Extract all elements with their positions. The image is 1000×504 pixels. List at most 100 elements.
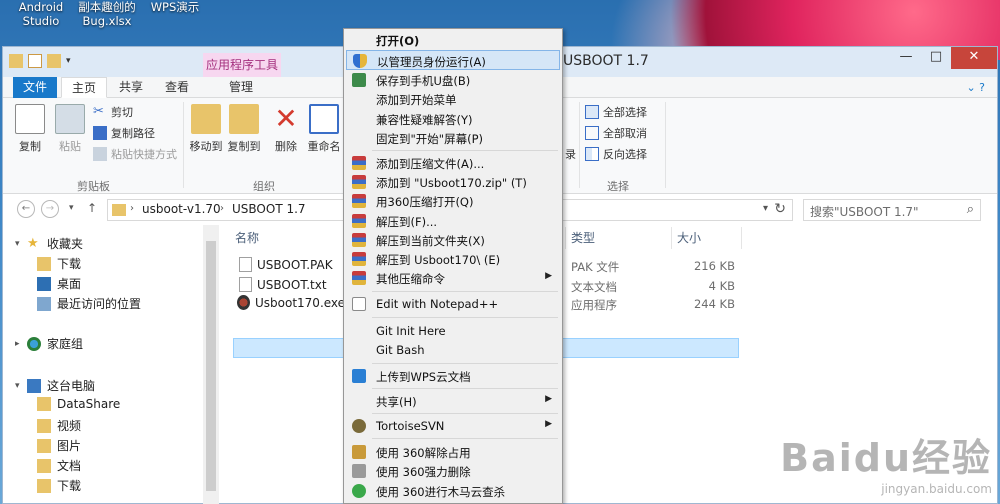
- archive-icon: [352, 271, 366, 285]
- move-to-button[interactable]: 移动到: [187, 104, 225, 154]
- nav-downloads-pc[interactable]: 下载: [37, 477, 81, 494]
- nav-downloads[interactable]: 下载: [37, 255, 81, 272]
- submenu-arrow-icon: ▶: [545, 419, 552, 429]
- delete-button[interactable]: ✕ 删除: [267, 104, 305, 154]
- menu-item-extract-here[interactable]: 解压到当前文件夹(X): [346, 230, 560, 250]
- menu-item-edit-with-notepadpp[interactable]: Edit with Notepad++: [346, 294, 560, 314]
- column-divider[interactable]: [565, 227, 566, 249]
- select-none-button[interactable]: 全部取消: [585, 125, 647, 141]
- column-header-type[interactable]: 类型: [571, 229, 595, 246]
- chevron-down-icon[interactable]: ▾: [15, 381, 20, 391]
- menu-item-troubleshoot[interactable]: 兼容性疑难解答(Y): [346, 109, 560, 129]
- nav-scrollbar[interactable]: [203, 225, 219, 504]
- menu-item-360-trojan-scan[interactable]: 使用 360进行木马云查杀: [346, 481, 560, 501]
- winrar-icon: [352, 156, 366, 170]
- nav-favorites[interactable]: ★ 收藏夹: [27, 235, 83, 252]
- paste-shortcut-icon: [93, 147, 107, 161]
- file-row-usboot-txt[interactable]: USBOOT.txt: [239, 277, 327, 292]
- menu-item-open[interactable]: 打开(O): [346, 30, 560, 50]
- breadcrumb-separator-icon[interactable]: ›: [130, 203, 134, 214]
- help-chevron-icon[interactable]: ⌄ ?: [966, 81, 985, 94]
- nav-documents[interactable]: 文档: [37, 457, 81, 474]
- menu-item-open-with-360zip[interactable]: 用360压缩打开(Q): [346, 191, 560, 211]
- menu-item-360-force-delete[interactable]: 使用 360强力删除: [346, 461, 560, 481]
- breadcrumb-item[interactable]: usboot-v1.70: [142, 202, 221, 216]
- menu-item-add-to-start-menu[interactable]: 添加到开始菜单: [346, 89, 560, 109]
- menu-item-share[interactable]: 共享(H) ▶: [346, 391, 560, 411]
- nav-desktop[interactable]: 桌面: [37, 275, 81, 292]
- menu-item-run-as-admin[interactable]: 以管理员身份运行(A): [346, 50, 560, 70]
- navigation-pane: ▾ ★ 收藏夹 下载 桌面 最近访问的位置 ▸ 家庭组 ▾ 这台电脑 DataS…: [3, 225, 219, 504]
- menu-item-tortoisesvn[interactable]: TortoiseSVN ▶: [346, 416, 560, 436]
- new-folder-icon[interactable]: [47, 54, 61, 68]
- menu-item-add-to-zip[interactable]: 添加到 "Usboot170.zip" (T): [346, 172, 560, 192]
- shield-icon: [353, 54, 367, 68]
- copy-button[interactable]: 复制: [11, 104, 49, 154]
- menu-item-other-compress-commands[interactable]: 其他压缩命令 ▶: [346, 268, 560, 288]
- recent-locations-icon[interactable]: ▾: [69, 203, 74, 213]
- watermark-url: jingyan.baidu.com: [881, 482, 992, 496]
- chevron-down-icon[interactable]: ▾: [66, 54, 80, 68]
- back-button[interactable]: ←: [17, 200, 35, 218]
- close-button[interactable]: ✕: [951, 47, 997, 69]
- nav-videos[interactable]: 视频: [37, 417, 81, 434]
- tab-file[interactable]: 文件: [13, 77, 57, 98]
- column-divider[interactable]: [741, 227, 742, 249]
- chevron-down-icon[interactable]: ▾: [763, 203, 768, 214]
- menu-item-add-to-archive[interactable]: 添加到压缩文件(A)...: [346, 153, 560, 173]
- text-file-icon: [239, 277, 252, 292]
- copy-path-button[interactable]: 复制路径: [93, 125, 155, 141]
- nav-homegroup[interactable]: 家庭组: [27, 335, 83, 352]
- column-divider[interactable]: [671, 227, 672, 249]
- rename-icon: [309, 104, 339, 134]
- menu-item-pin-to-start[interactable]: 固定到"开始"屏幕(P): [346, 128, 560, 148]
- nav-pictures[interactable]: 图片: [37, 437, 81, 454]
- paste-shortcut-button[interactable]: 粘贴快捷方式: [93, 146, 177, 162]
- tab-view[interactable]: 查看: [157, 77, 197, 98]
- tab-home[interactable]: 主页: [61, 77, 107, 98]
- copy-to-icon: [229, 104, 259, 134]
- menu-item-git-init[interactable]: Git Init Here: [346, 321, 560, 341]
- minimize-button[interactable]: —: [891, 47, 921, 69]
- history-button-partial[interactable]: 录: [565, 146, 576, 162]
- chevron-down-icon[interactable]: ▾: [15, 239, 20, 249]
- menu-item-extract-to[interactable]: 解压到(F)...: [346, 211, 560, 231]
- maximize-button[interactable]: □: [921, 47, 951, 69]
- chevron-right-icon[interactable]: ▸: [15, 339, 20, 349]
- tab-manage[interactable]: 管理: [211, 77, 271, 98]
- copy-to-button[interactable]: 复制到: [225, 104, 263, 154]
- menu-item-git-bash[interactable]: Git Bash: [346, 340, 560, 360]
- recent-places-icon: [37, 296, 51, 311]
- forward-button[interactable]: →: [41, 200, 59, 218]
- breadcrumb-item[interactable]: USBOOT 1.7: [232, 202, 306, 216]
- nav-scrollbar-thumb[interactable]: [206, 241, 216, 491]
- tab-share[interactable]: 共享: [111, 77, 151, 98]
- nav-recent-places[interactable]: 最近访问的位置: [37, 295, 141, 312]
- search-box[interactable]: 搜索"USBOOT 1.7" ⌕: [803, 199, 981, 221]
- desktop-icon-android-studio[interactable]: Android Studio: [4, 0, 78, 28]
- watermark-logo: Baidu经验: [780, 436, 992, 480]
- nav-this-pc[interactable]: 这台电脑: [27, 377, 95, 394]
- select-all-button[interactable]: 全部选择: [585, 104, 647, 120]
- menu-item-360-unlock[interactable]: 使用 360解除占用: [346, 442, 560, 462]
- up-arrow-icon[interactable]: ↑: [87, 201, 97, 215]
- desktop-icon-wps[interactable]: WPS演示: [138, 0, 212, 14]
- search-icon[interactable]: ⌕: [967, 202, 974, 217]
- breadcrumb-separator-icon[interactable]: ›: [220, 203, 224, 214]
- file-row-usboot-exe[interactable]: Usboot170.exe: [237, 295, 345, 310]
- column-header-name[interactable]: 名称: [235, 229, 259, 246]
- menu-item-upload-wps-cloud[interactable]: 上传到WPS云文档: [346, 366, 560, 386]
- properties-icon[interactable]: [28, 54, 42, 68]
- menu-item-extract-to-folder[interactable]: 解压到 Usboot170\ (E): [346, 249, 560, 269]
- column-header-size[interactable]: 大小: [677, 229, 701, 246]
- pictures-folder-icon: [37, 438, 51, 453]
- refresh-icon[interactable]: ↻: [774, 201, 786, 217]
- desktop-icon-bug-xlsx[interactable]: 副本趣创的 Bug.xlsx: [70, 0, 144, 28]
- cut-button[interactable]: ✂ 剪切: [93, 104, 133, 120]
- menu-item-save-to-phone[interactable]: 保存到手机U盘(B): [346, 70, 560, 90]
- file-row-usboot-pak[interactable]: USBOOT.PAK: [239, 257, 333, 272]
- nav-datashare[interactable]: DataShare: [37, 397, 120, 411]
- paste-button[interactable]: 粘贴: [51, 104, 89, 154]
- invert-selection-button[interactable]: 反向选择: [585, 146, 647, 162]
- rename-button[interactable]: 重命名: [305, 104, 343, 154]
